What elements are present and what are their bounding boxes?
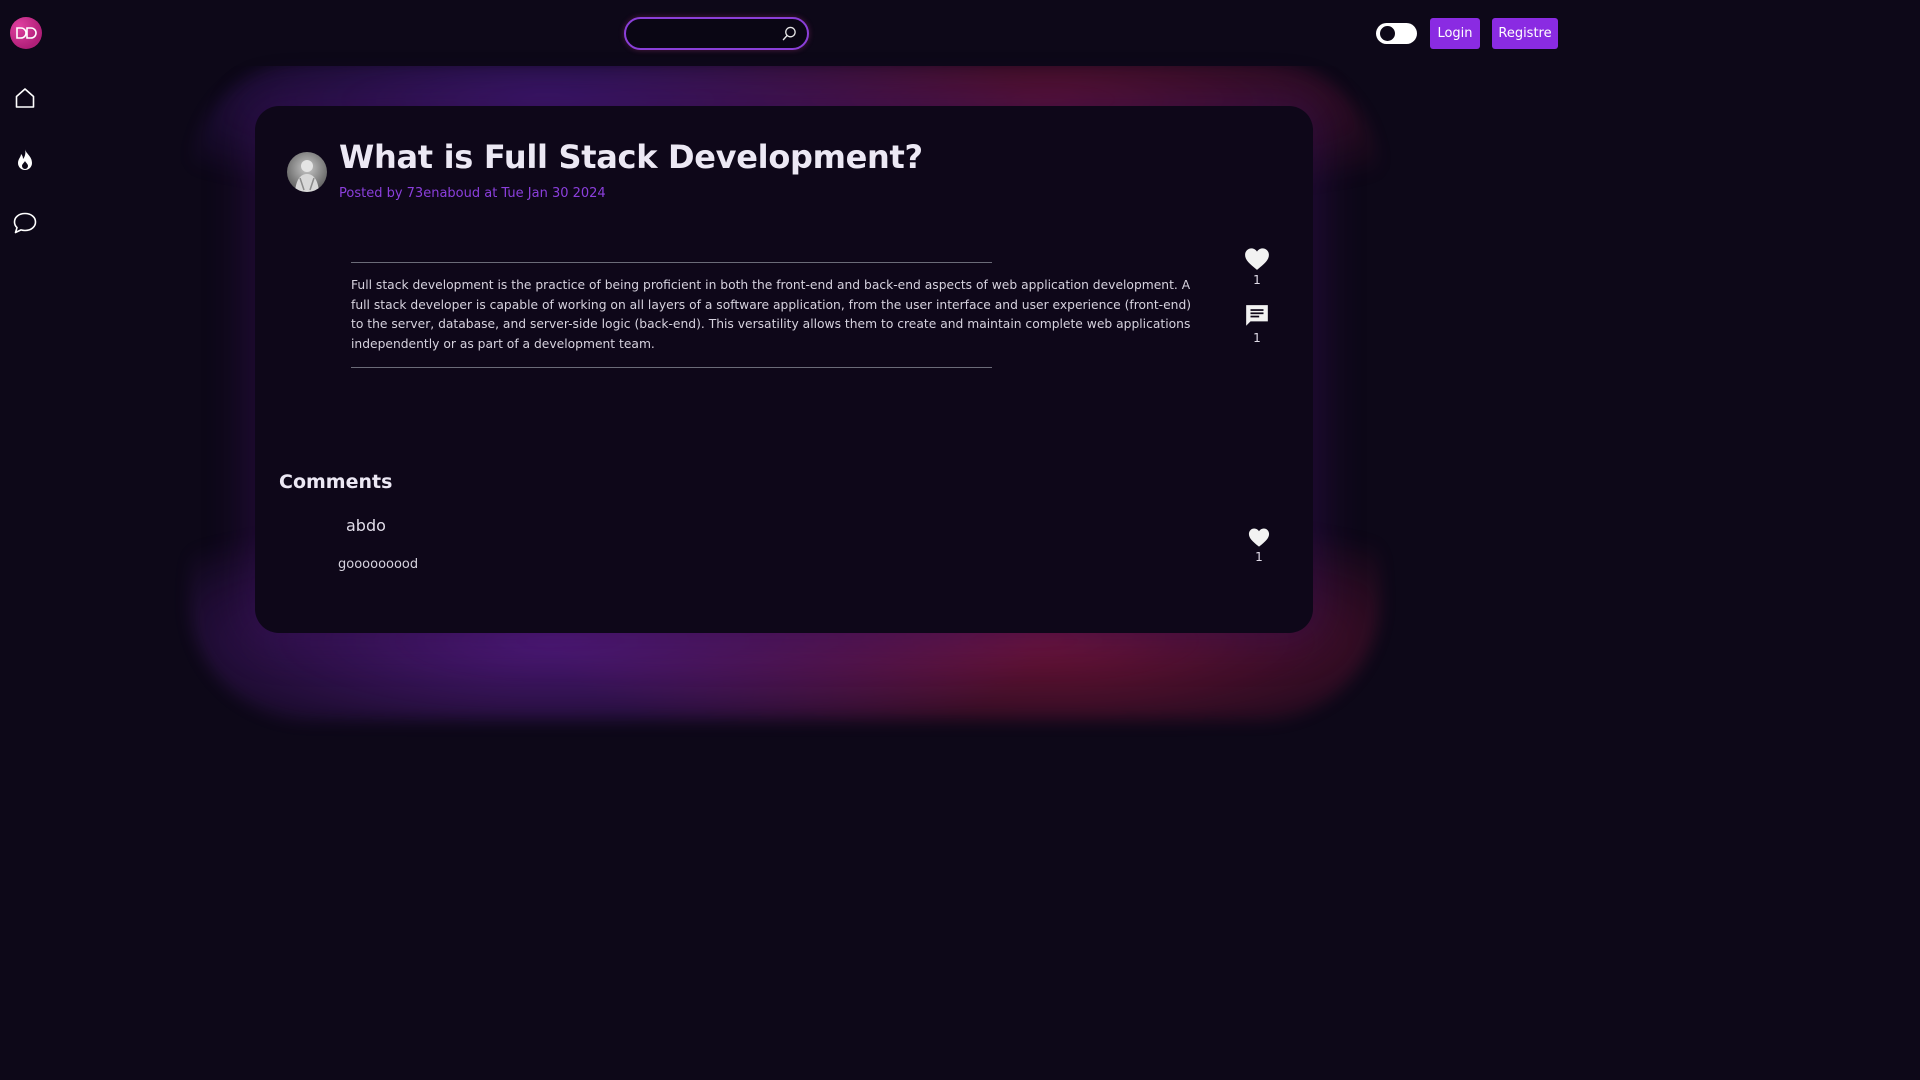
post-like-count: 1 xyxy=(1253,273,1261,287)
logo[interactable] xyxy=(10,17,42,49)
login-button[interactable]: Login xyxy=(1430,18,1480,49)
comment-text: gooooooood xyxy=(338,557,419,572)
post-comment-count: 1 xyxy=(1253,331,1261,345)
comment-icon[interactable] xyxy=(1244,303,1270,329)
comment-like[interactable]: 1 xyxy=(1245,527,1273,564)
register-button[interactable]: Registre xyxy=(1492,18,1558,49)
fire-icon xyxy=(18,149,32,170)
top-bar: Login Registre xyxy=(0,0,1568,66)
divider-top xyxy=(351,262,992,263)
post-meta[interactable]: Posted by 73enaboud at Tue Jan 30 2024 xyxy=(339,186,739,201)
theme-toggle-knob xyxy=(1380,26,1395,41)
post-body: Full stack development is the practice o… xyxy=(351,278,1192,351)
comments-heading: Comments xyxy=(279,471,393,493)
comment-like-count: 1 xyxy=(1255,550,1263,564)
heart-icon[interactable] xyxy=(1244,247,1270,271)
post-like[interactable]: 1 xyxy=(1243,247,1271,287)
avatar-photo-icon xyxy=(295,160,319,192)
page: Login Registre What is Full Stack Develo… xyxy=(0,0,1568,882)
logo-mark-icon xyxy=(16,27,37,39)
divider-bottom xyxy=(351,367,992,368)
author-avatar[interactable] xyxy=(287,152,327,192)
sidebar-item-chat[interactable] xyxy=(10,208,40,238)
search-icon[interactable] xyxy=(782,26,797,45)
sidebar-item-home[interactable] xyxy=(10,83,40,113)
search-input[interactable] xyxy=(640,25,780,43)
post-comments[interactable]: 1 xyxy=(1243,303,1271,345)
search-box[interactable] xyxy=(624,17,809,50)
post-title: What is Full Stack Development? xyxy=(339,138,923,176)
theme-toggle[interactable] xyxy=(1376,23,1417,44)
heart-icon[interactable] xyxy=(1248,527,1270,548)
sidebar-item-trending[interactable] xyxy=(10,145,40,175)
home-icon xyxy=(15,88,35,108)
chat-bubble-icon xyxy=(13,212,37,234)
comment-author[interactable]: abdo xyxy=(346,516,386,535)
